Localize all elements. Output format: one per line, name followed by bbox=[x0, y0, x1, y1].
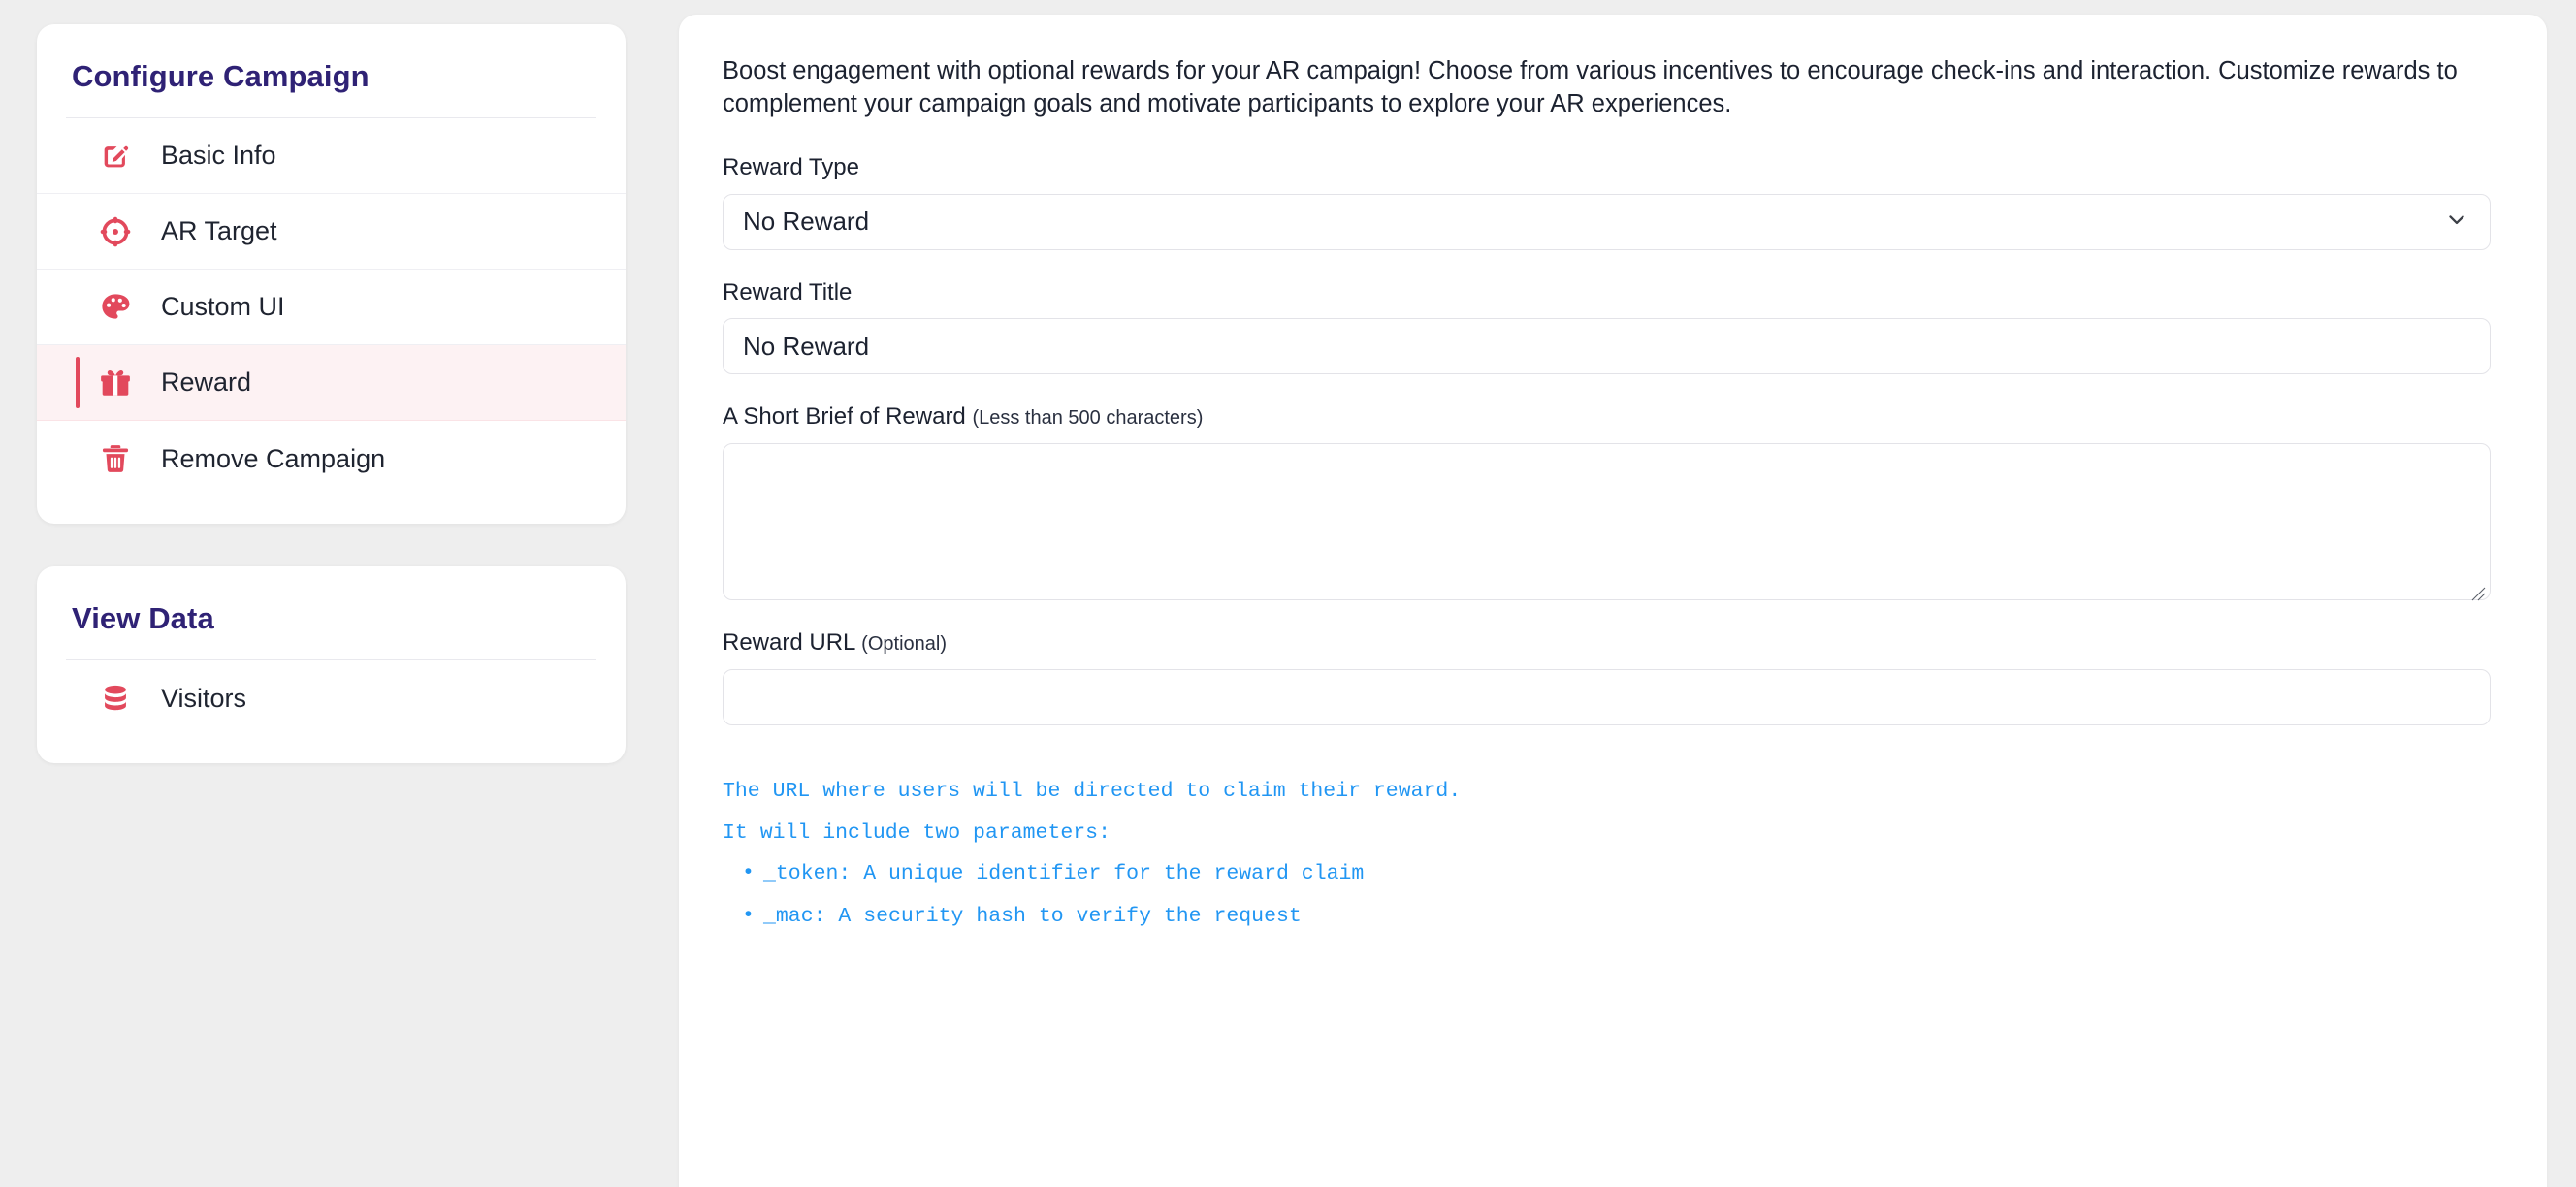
configure-nav-list: Basic Info AR Target Custom UI Reward Re… bbox=[37, 118, 626, 524]
help-bullet-list: _token: A unique identifier for the rewa… bbox=[723, 857, 2491, 933]
sidebar-item-basic-info[interactable]: Basic Info bbox=[37, 118, 626, 194]
sidebar-item-label: AR Target bbox=[161, 216, 277, 245]
reward-brief-label-sub: (Less than 500 characters) bbox=[972, 407, 1204, 430]
card-gap bbox=[37, 524, 626, 566]
palette-icon bbox=[97, 289, 134, 326]
reward-title-input[interactable]: No Reward bbox=[723, 318, 2491, 375]
sidebar-item-label: Reward bbox=[161, 368, 252, 397]
gift-icon bbox=[97, 365, 134, 401]
sidebar-item-visitors[interactable]: Visitors bbox=[37, 660, 626, 736]
reward-title-label: Reward Title bbox=[723, 278, 853, 305]
view-data-nav-list: Visitors bbox=[37, 660, 626, 763]
view-data-title: View Data bbox=[72, 601, 214, 635]
field-gap bbox=[723, 374, 2491, 403]
trash-icon bbox=[97, 440, 134, 477]
reward-brief-textarea[interactable] bbox=[723, 443, 2491, 601]
reward-type-label: Reward Type bbox=[723, 153, 859, 180]
configure-campaign-card: Configure Campaign Basic Info AR Target … bbox=[37, 24, 626, 524]
edit-square-icon bbox=[97, 138, 134, 175]
reward-url-help: The URL where users will be directed to … bbox=[723, 776, 2491, 933]
sidebar-item-custom-ui[interactable]: Custom UI bbox=[37, 270, 626, 345]
help-line-2: It will include two parameters: bbox=[723, 820, 1111, 845]
reward-url-label: Reward URL (Optional) bbox=[723, 629, 2491, 658]
reward-url-label-sub: (Optional) bbox=[861, 633, 947, 656]
sidebar-item-remove-campaign[interactable]: Remove Campaign bbox=[37, 421, 626, 497]
crosshair-target-icon bbox=[97, 213, 134, 250]
reward-type-select[interactable]: No Reward bbox=[723, 193, 2491, 250]
reward-brief-label: A Short Brief of Reward (Less than 500 c… bbox=[723, 403, 2491, 432]
view-data-card: View Data Visitors bbox=[37, 566, 626, 763]
sidebar-item-label: Visitors bbox=[161, 683, 247, 713]
sidebar: Configure Campaign Basic Info AR Target … bbox=[37, 24, 626, 763]
field-gap bbox=[723, 250, 2491, 279]
sidebar-item-label: Basic Info bbox=[161, 141, 276, 170]
field-gap bbox=[723, 600, 2491, 629]
help-bullet-token: _token: A unique identifier for the rewa… bbox=[742, 857, 2491, 890]
reward-url-input[interactable] bbox=[723, 669, 2491, 725]
reward-brief-label-main: A Short Brief of Reward bbox=[723, 403, 966, 431]
reward-title-value: No Reward bbox=[743, 331, 870, 361]
reward-url-label-main: Reward URL bbox=[723, 629, 855, 657]
sidebar-item-ar-target[interactable]: AR Target bbox=[37, 194, 626, 270]
sidebar-item-label: Custom UI bbox=[161, 292, 285, 321]
reward-settings-panel: Boost engagement with optional rewards f… bbox=[679, 15, 2547, 1187]
help-line-1: The URL where users will be directed to … bbox=[723, 780, 1462, 803]
intro-description: Boost engagement with optional rewards f… bbox=[723, 57, 2458, 117]
configure-campaign-title: Configure Campaign bbox=[72, 59, 370, 93]
reward-type-selected-value: No Reward bbox=[743, 207, 870, 237]
textarea-resize-handle[interactable] bbox=[2468, 578, 2486, 601]
sidebar-item-reward[interactable]: Reward bbox=[37, 345, 626, 421]
help-bullet-mac: _mac: A security hash to verify the requ… bbox=[742, 900, 2491, 933]
reward-type-select-wrap[interactable]: No Reward bbox=[723, 193, 2491, 250]
sidebar-item-label: Remove Campaign bbox=[161, 443, 386, 473]
database-icon bbox=[97, 680, 134, 717]
page-root: Configure Campaign Basic Info AR Target … bbox=[0, 0, 2576, 1187]
